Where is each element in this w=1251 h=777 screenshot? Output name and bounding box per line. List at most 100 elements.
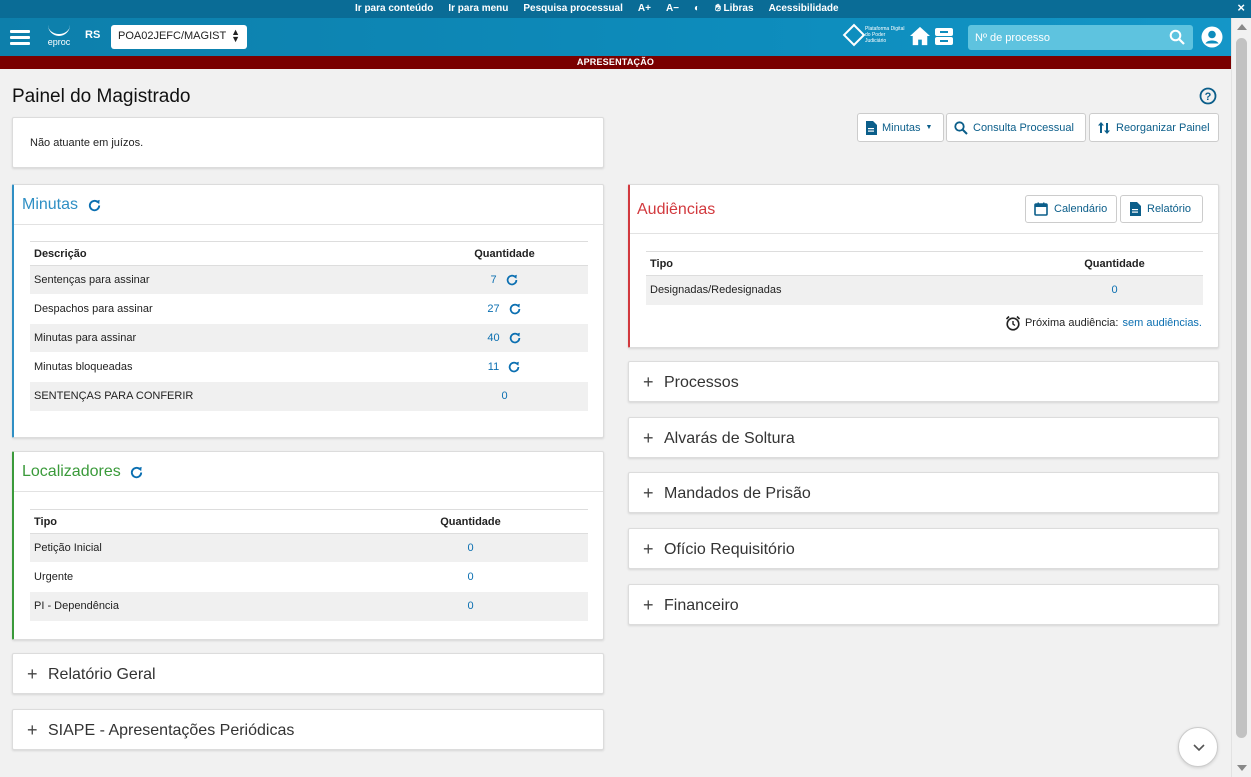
- document-icon: [1130, 202, 1141, 216]
- eproc-logo[interactable]: eproc: [46, 24, 72, 47]
- refresh-icon[interactable]: [505, 273, 519, 287]
- plus-icon: +: [643, 428, 654, 448]
- relatorio-button[interactable]: Relatório: [1120, 195, 1203, 223]
- table-row: Despachos para assinar 27: [30, 294, 588, 324]
- audiencias-panel-header: Audiências Calendário Relatório: [630, 185, 1218, 234]
- accordion-label: Alvarás de Soltura: [664, 430, 795, 447]
- caret-down-icon: ▼: [925, 124, 933, 131]
- processos-accordion[interactable]: + Processos: [628, 361, 1219, 402]
- refresh-icon[interactable]: [508, 302, 522, 316]
- table-row: Minutas para assinar 40: [30, 323, 588, 353]
- refresh-icon[interactable]: [129, 465, 144, 480]
- qty-link[interactable]: 40: [487, 332, 499, 344]
- qty-link[interactable]: 0: [501, 390, 507, 402]
- row-label: Despachos para assinar: [30, 294, 421, 324]
- accessibility-link[interactable]: Acessibilidade: [769, 3, 839, 14]
- qty-link[interactable]: 0: [353, 591, 588, 621]
- pdpj-logo[interactable]: Plataforma Digital do Poder Judiciário: [842, 23, 905, 47]
- search-icon: [954, 120, 968, 135]
- mandados-accordion[interactable]: + Mandados de Prisão: [628, 472, 1219, 513]
- qty-link[interactable]: 0: [353, 533, 588, 563]
- inbox-icon[interactable]: [934, 27, 954, 46]
- audiencias-table: Tipo Quantidade Designadas/Redesignadas …: [646, 251, 1203, 305]
- plus-icon: +: [27, 664, 38, 684]
- user-icon[interactable]: [1201, 26, 1223, 48]
- col-descricao: Descrição: [30, 241, 421, 266]
- refresh-icon[interactable]: [508, 331, 522, 345]
- table-row: Petição Inicial 0: [30, 533, 588, 563]
- home-icon[interactable]: [909, 26, 931, 46]
- state-label: RS: [85, 29, 101, 41]
- refresh-icon[interactable]: [87, 198, 102, 213]
- row-qty-cell: 11: [421, 352, 588, 382]
- qty-link[interactable]: 0: [353, 562, 588, 592]
- process-search-link[interactable]: Pesquisa processual: [523, 3, 623, 14]
- col-quantidade: Quantidade: [353, 509, 588, 534]
- scroll-down-button[interactable]: [1178, 727, 1218, 767]
- scroll-up-arrow-icon[interactable]: [1237, 24, 1247, 30]
- row-qty-cell: 27: [421, 294, 588, 324]
- chevron-down-icon: [1193, 744, 1205, 752]
- minutas-button-label: Minutas: [882, 121, 921, 134]
- alvaras-accordion[interactable]: + Alvarás de Soltura: [628, 417, 1219, 458]
- libras-label: Libras: [723, 3, 754, 14]
- qty-link[interactable]: 27: [487, 303, 499, 315]
- font-increase-link[interactable]: A+: [638, 3, 651, 14]
- org-select[interactable]: POA02JEFC/MAGIST ▲ ▼: [111, 25, 247, 49]
- consulta-processual-button[interactable]: Consulta Processual: [946, 113, 1086, 142]
- accordion-label: Mandados de Prisão: [664, 485, 811, 502]
- close-icon[interactable]: ×: [1237, 0, 1245, 15]
- calendario-button[interactable]: Calendário: [1025, 195, 1117, 223]
- contrast-icon[interactable]: ◐: [694, 3, 700, 14]
- plus-icon: +: [643, 372, 654, 392]
- plus-icon: +: [643, 595, 654, 615]
- help-icon[interactable]: ?: [1199, 87, 1217, 105]
- accordion-label: Ofício Requisitório: [664, 541, 795, 558]
- qty-link[interactable]: 11: [488, 361, 499, 373]
- search-icon[interactable]: [1169, 29, 1185, 45]
- row-qty-cell: 40: [421, 323, 588, 353]
- minutas-dropdown-button[interactable]: Minutas ▼: [857, 113, 944, 142]
- row-label: SENTENÇAS PARA CONFERIR: [30, 381, 421, 411]
- col-quantidade: Quantidade: [1026, 251, 1203, 276]
- scrollbar-thumb[interactable]: [1236, 38, 1247, 738]
- col-tipo: Tipo: [646, 251, 1026, 276]
- qty-link[interactable]: 7: [490, 274, 496, 286]
- document-icon: [866, 120, 877, 135]
- consulta-button-label: Consulta Processual: [973, 121, 1074, 134]
- accordion-label: SIAPE - Apresentações Periódicas: [48, 722, 295, 739]
- oficio-accordion[interactable]: + Ofício Requisitório: [628, 528, 1219, 569]
- scroll-down-arrow-icon[interactable]: [1237, 765, 1247, 771]
- relatorio-geral-accordion[interactable]: + Relatório Geral: [12, 653, 604, 694]
- skip-to-content-link[interactable]: Ir para conteúdo: [355, 3, 433, 14]
- font-decrease-link[interactable]: A−: [666, 3, 679, 14]
- relatorio-label: Relatório: [1147, 203, 1192, 215]
- skip-to-menu-link[interactable]: Ir para menu: [448, 3, 508, 14]
- swap-vertical-icon: [1098, 121, 1110, 134]
- plus-icon: +: [643, 539, 654, 559]
- accordion-label: Financeiro: [664, 597, 739, 614]
- siape-accordion[interactable]: + SIAPE - Apresentações Periódicas: [12, 709, 604, 750]
- menu-icon[interactable]: [10, 30, 30, 45]
- row-label: Petição Inicial: [30, 533, 353, 563]
- process-number-input[interactable]: [968, 25, 1168, 50]
- localizadores-table: Tipo Quantidade Petição Inicial 0 Urgent…: [30, 509, 588, 621]
- qty-link[interactable]: 0: [1026, 275, 1203, 305]
- table-row: Sentenças para assinar 7: [30, 265, 588, 295]
- accessibility-bar: Ir para conteúdo Ir para menu Pesquisa p…: [0, 0, 1251, 18]
- row-qty-cell: 0: [421, 381, 588, 411]
- plus-icon: +: [643, 483, 654, 503]
- table-row: Minutas bloqueadas 11: [30, 352, 588, 382]
- proxima-value-link[interactable]: sem audiências.: [1123, 317, 1203, 329]
- refresh-icon[interactable]: [507, 360, 521, 374]
- row-label: Designadas/Redesignadas: [646, 275, 1026, 305]
- libras-link[interactable]: ✋︎ Libras: [715, 3, 754, 14]
- vertical-scrollbar[interactable]: [1231, 18, 1251, 777]
- row-qty-cell: 7: [421, 265, 588, 295]
- row-label: Minutas bloqueadas: [30, 352, 421, 382]
- col-quantidade: Quantidade: [421, 241, 588, 266]
- financeiro-accordion[interactable]: + Financeiro: [628, 584, 1219, 625]
- reorganizar-painel-button[interactable]: Reorganizar Painel: [1089, 113, 1219, 142]
- col-tipo: Tipo: [30, 509, 353, 534]
- calendar-icon: [1034, 202, 1048, 216]
